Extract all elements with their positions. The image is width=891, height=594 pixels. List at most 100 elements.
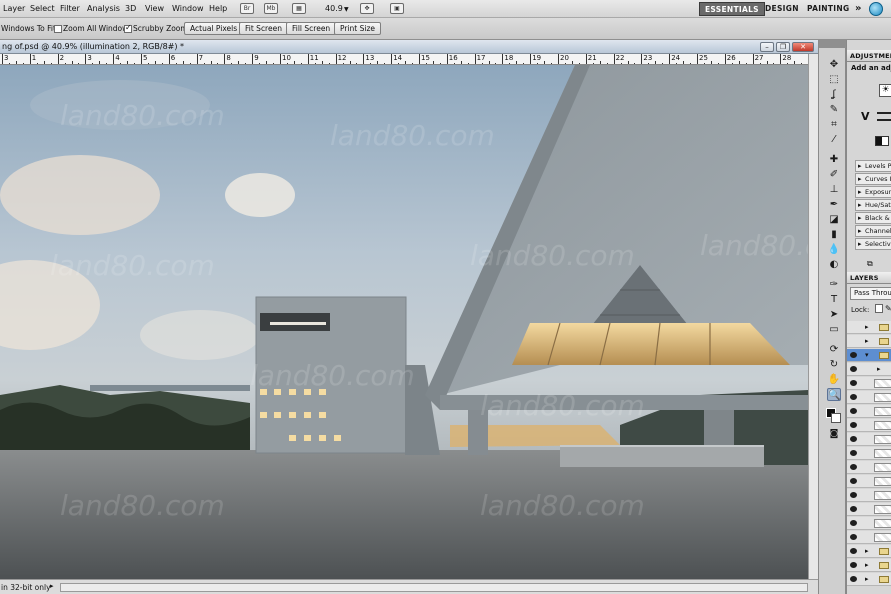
print-size-button[interactable]: Print Size	[334, 22, 382, 35]
expand-arrow-icon[interactable]: ▸	[865, 323, 869, 331]
panel-options-icon[interactable]: ⧉	[867, 259, 873, 269]
blur-tool-icon[interactable]: 💧	[827, 243, 841, 256]
layer-row[interactable]	[847, 503, 891, 516]
visibility-eye-icon[interactable]	[850, 492, 857, 498]
marquee-tool-icon[interactable]: ⬚	[827, 73, 841, 86]
tools-panel-header[interactable]	[819, 40, 847, 48]
workspace-design[interactable]: DESIGN	[760, 2, 804, 16]
hue-saturation-icon[interactable]	[877, 112, 891, 121]
healing-brush-tool-icon[interactable]: ✚	[827, 153, 841, 166]
menu-filter[interactable]: Filter	[60, 4, 80, 13]
adjustment-preset-exposure[interactable]: Exposur	[855, 186, 891, 198]
lasso-tool-icon[interactable]: ʆ	[827, 88, 841, 101]
visibility-eye-icon[interactable]	[850, 394, 857, 400]
layer-row[interactable]	[847, 419, 891, 432]
brightness-icon[interactable]: ☀	[879, 84, 891, 97]
layers-tab[interactable]: LAYERS	[847, 272, 891, 284]
layer-row[interactable]	[847, 475, 891, 488]
visibility-eye-icon[interactable]	[850, 408, 857, 414]
layer-row[interactable]	[847, 377, 891, 390]
layer-row[interactable]: ▸	[847, 335, 891, 348]
scrubby-zoom-checkbox[interactable]	[124, 23, 132, 33]
visibility-eye-icon[interactable]	[850, 534, 857, 540]
image-canvas[interactable]: land80.com land80.com land80.com land80.…	[0, 65, 808, 579]
visibility-eye-icon[interactable]	[850, 520, 857, 526]
actual-pixels-button[interactable]: Actual Pixels	[184, 22, 244, 35]
visibility-eye-icon[interactable]	[850, 380, 857, 386]
visibility-eye-icon[interactable]	[850, 464, 857, 470]
visibility-eye-icon[interactable]	[850, 506, 857, 512]
quick-select-tool-icon[interactable]: ✎	[827, 103, 841, 116]
visibility-eye-icon[interactable]	[850, 450, 857, 456]
lock-pixels-icon[interactable]: ✎	[885, 304, 891, 313]
black-white-icon[interactable]	[875, 136, 889, 146]
layer-row[interactable]	[847, 461, 891, 474]
adjustments-tab[interactable]: ADJUSTMENT	[847, 50, 891, 62]
visibility-eye-icon[interactable]	[850, 562, 857, 568]
3d-rotate-tool-icon[interactable]: ⟳	[827, 343, 841, 356]
zoom-tool-icon[interactable]: 🔍	[827, 388, 841, 401]
more-workspaces-icon[interactable]: »	[850, 2, 867, 16]
minimize-button[interactable]: –	[760, 42, 774, 52]
status-menu-arrow-icon[interactable]: ▸	[50, 582, 54, 590]
layer-row[interactable]	[847, 531, 891, 544]
expand-arrow-icon[interactable]: ▸	[865, 575, 869, 583]
hand-tool-icon[interactable]: ✋	[827, 373, 841, 386]
layer-row[interactable]	[847, 489, 891, 502]
bridge-icon[interactable]: Br	[240, 3, 254, 14]
move-tool-icon[interactable]: ✥	[827, 58, 841, 71]
menu-window[interactable]: Window	[172, 4, 204, 13]
background-color-swatch[interactable]	[831, 413, 841, 423]
eraser-tool-icon[interactable]: ◪	[827, 213, 841, 226]
layer-row[interactable]: ▸	[847, 321, 891, 334]
quick-mask-icon[interactable]: ◙	[827, 428, 841, 441]
brush-tool-icon[interactable]: ✐	[827, 168, 841, 181]
visibility-eye-icon[interactable]	[850, 352, 857, 358]
menu-help[interactable]: Help	[209, 4, 227, 13]
menu-layer[interactable]: Layer	[3, 4, 25, 13]
zoom-level[interactable]: 40.9	[325, 4, 343, 13]
gradient-tool-icon[interactable]: ▮	[827, 228, 841, 241]
pen-tool-icon[interactable]: ✑	[827, 278, 841, 291]
document-tab[interactable]: ng of.psd @ 40.9% (illumination 2, RGB/8…	[0, 40, 818, 54]
fill-screen-button[interactable]: Fill Screen	[286, 22, 337, 35]
visibility-eye-icon[interactable]	[850, 548, 857, 554]
layer-row-selected[interactable]: ▾	[847, 349, 891, 362]
expand-arrow-icon[interactable]: ▸	[877, 365, 881, 373]
horizontal-scrollbar[interactable]	[60, 583, 808, 592]
dodge-tool-icon[interactable]: ◐	[827, 258, 841, 271]
expand-arrow-icon[interactable]: ▸	[865, 561, 869, 569]
layer-row[interactable]: ▸	[847, 573, 891, 586]
adjustment-preset-selective[interactable]: Selectiv	[855, 238, 891, 250]
hand-view-icon[interactable]: ✥	[360, 3, 374, 14]
visibility-eye-icon[interactable]	[850, 422, 857, 428]
shape-tool-icon[interactable]: ▭	[827, 323, 841, 336]
layer-row[interactable]: ▸	[847, 363, 891, 376]
adjustment-preset-black-white[interactable]: Black & W	[855, 212, 891, 224]
layer-row[interactable]	[847, 447, 891, 460]
eyedropper-tool-icon[interactable]: ⁄	[827, 133, 841, 146]
clone-stamp-tool-icon[interactable]: ⊥	[827, 183, 841, 196]
lock-transparent-icon[interactable]	[875, 304, 883, 313]
adjustment-preset-levels[interactable]: Levels P	[855, 160, 891, 172]
zoom-dropdown-icon[interactable]: ▼	[344, 6, 349, 13]
adjustment-preset-channel[interactable]: Channel	[855, 225, 891, 237]
layer-row[interactable]	[847, 391, 891, 404]
layer-row[interactable]: ▸	[847, 559, 891, 572]
cs-live-icon[interactable]	[869, 2, 883, 16]
type-tool-icon[interactable]: T	[827, 293, 841, 306]
layer-row[interactable]	[847, 517, 891, 530]
expand-arrow-icon[interactable]: ▸	[865, 337, 869, 345]
menu-analysis[interactable]: Analysis	[87, 4, 120, 13]
layer-row[interactable]	[847, 405, 891, 418]
layer-row[interactable]	[847, 433, 891, 446]
minibridge-icon[interactable]: Mb	[264, 3, 278, 14]
horizontal-ruler[interactable]: 3 1 2 3 4 5 6 7 8 9 10 11 12 13 14 15 16 17 18 19 20 21 22 23 24…	[0, 54, 808, 65]
path-select-tool-icon[interactable]: ➤	[827, 308, 841, 321]
blend-mode-select[interactable]: Pass Throu	[850, 287, 891, 300]
workspace-essentials[interactable]: ESSENTIALS	[699, 2, 765, 16]
zoom-all-windows-checkbox[interactable]	[54, 25, 62, 33]
close-button[interactable]: ✕	[792, 42, 814, 52]
menu-select[interactable]: Select	[30, 4, 55, 13]
arrange-documents-icon[interactable]: ▣	[390, 3, 404, 14]
